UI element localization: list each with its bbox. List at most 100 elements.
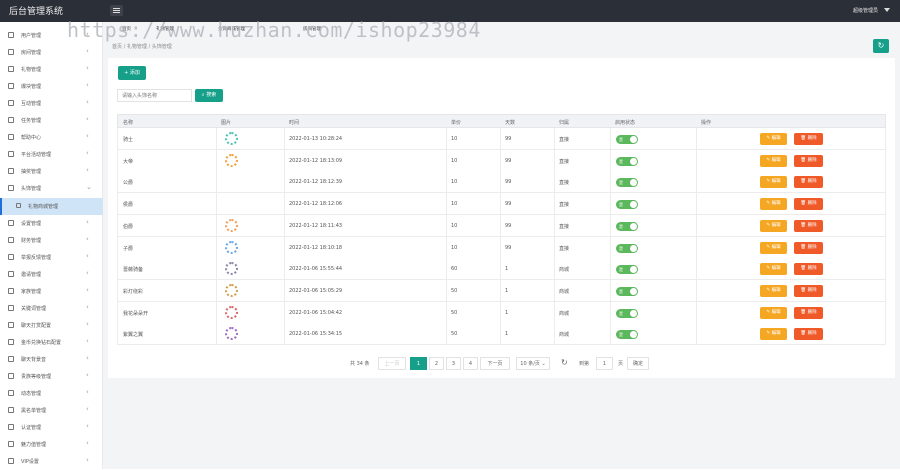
- goto-confirm-button[interactable]: 确定: [627, 357, 649, 370]
- sidebar-item[interactable]: 关键词管理 ‹: [0, 300, 103, 317]
- app-title: 后台管理系统: [9, 7, 64, 17]
- status-toggle[interactable]: 是: [616, 221, 638, 231]
- headwear-image: [225, 262, 238, 276]
- status-toggle[interactable]: 是: [616, 178, 638, 188]
- next-page-button[interactable]: 下一页: [480, 357, 510, 370]
- sidebar-item[interactable]: 家族管理 ‹: [0, 283, 103, 300]
- sidebar-item[interactable]: 认证管理 ‹: [0, 419, 103, 436]
- delete-button[interactable]: 🗑 删除: [794, 263, 823, 276]
- toggle-knob: [630, 179, 637, 187]
- prev-page-button[interactable]: 上一页: [378, 357, 406, 370]
- delete-button[interactable]: 🗑 删除: [794, 306, 823, 319]
- edit-button[interactable]: ✎ 编辑: [760, 133, 787, 145]
- refresh-icon[interactable]: ↻: [561, 358, 568, 367]
- column-divider: [446, 171, 447, 193]
- user-menu[interactable]: 超级管理员: [853, 7, 878, 14]
- sidebar-item[interactable]: 举报反馈管理 ‹: [0, 249, 103, 266]
- cell-price: 10: [451, 222, 458, 229]
- goto-page-input[interactable]: 1: [596, 357, 613, 370]
- menu-icon: [8, 49, 14, 56]
- sidebar-item[interactable]: 聊天打赏配置 ‹: [0, 317, 103, 334]
- menu-icon: [8, 321, 14, 328]
- sidebar-item[interactable]: 金币兑换钻石配置 ‹: [0, 334, 103, 351]
- status-toggle[interactable]: 是: [616, 200, 638, 210]
- column-divider: [554, 258, 555, 280]
- sidebar-item[interactable]: 设置管理 ‹: [0, 215, 103, 232]
- delete-button[interactable]: 🗑 删除: [794, 284, 823, 297]
- column-divider: [554, 128, 555, 149]
- status-toggle[interactable]: 是: [616, 286, 638, 296]
- column-divider: [696, 258, 697, 280]
- sidebar-item[interactable]: 头饰管理 ⌄: [0, 180, 103, 197]
- menu-icon: [8, 236, 14, 243]
- sidebar-item[interactable]: 帮助中心 ‹: [0, 129, 103, 146]
- status-toggle[interactable]: 是: [616, 135, 638, 144]
- page-4-button[interactable]: 4: [463, 357, 478, 370]
- sidebar-item[interactable]: VIP设置 ‹: [0, 453, 103, 470]
- sidebar-item[interactable]: 礼物管理 ‹: [0, 61, 103, 78]
- column-divider: [284, 193, 285, 215]
- chevron-down-icon: ⌄: [541, 361, 546, 367]
- status-toggle[interactable]: 是: [616, 330, 638, 340]
- sidebar-item[interactable]: 财务管理 ‹: [0, 232, 103, 249]
- breadcrumb-home[interactable]: 首页: [112, 44, 122, 50]
- sidebar-item[interactable]: 任务管理 ‹: [0, 112, 103, 129]
- sidebar-item[interactable]: 贵族等级管理 ‹: [0, 368, 103, 385]
- edit-button[interactable]: ✎ 编辑: [760, 154, 787, 167]
- sidebar-item[interactable]: 黑名单管理 ‹: [0, 402, 103, 419]
- status-toggle[interactable]: 是: [616, 308, 638, 318]
- sidebar-item[interactable]: 抽奖管理 ‹: [0, 163, 103, 180]
- column-divider: [554, 171, 555, 193]
- refresh-button[interactable]: ↻: [873, 39, 889, 53]
- sidebar-item[interactable]: 平台活动管理 ‹: [0, 146, 103, 163]
- column-divider: [500, 236, 501, 258]
- caret-down-icon[interactable]: [884, 8, 890, 12]
- delete-button[interactable]: 🗑 删除: [794, 176, 823, 189]
- edit-button[interactable]: ✎ 编辑: [760, 176, 787, 189]
- delete-button[interactable]: 🗑 删除: [794, 328, 823, 341]
- sidebar-item[interactable]: 聊天背景音 ‹: [0, 351, 103, 368]
- sidebar-item[interactable]: 爆块管理 ‹: [0, 78, 103, 95]
- sidebar-item[interactable]: 礼物商城管理: [0, 197, 103, 215]
- delete-button[interactable]: 🗑 删除: [794, 219, 823, 232]
- delete-button[interactable]: 🗑 删除: [794, 154, 823, 167]
- sidebar-item[interactable]: 魅力值管理 ‹: [0, 436, 103, 453]
- edit-button[interactable]: ✎ 编辑: [760, 241, 787, 254]
- status-toggle[interactable]: 是: [616, 265, 638, 275]
- cell-name: 子爵: [123, 245, 134, 252]
- edit-button[interactable]: ✎ 编辑: [760, 328, 787, 341]
- menu-icon: [16, 202, 21, 208]
- sidebar-item-label: 礼物管理: [21, 67, 42, 74]
- search-input[interactable]: [117, 89, 192, 102]
- add-button[interactable]: + 添加: [118, 66, 146, 80]
- search-button[interactable]: ⌕ 搜索: [195, 89, 223, 102]
- delete-button[interactable]: 🗑 删除: [794, 198, 823, 211]
- edit-button[interactable]: ✎ 编辑: [760, 198, 787, 211]
- cell-time: 2022-01-12 18:13:09: [289, 157, 343, 164]
- chevron-icon: ‹: [86, 149, 89, 158]
- edit-button[interactable]: ✎ 编辑: [760, 263, 787, 276]
- col-price: 单价: [451, 120, 462, 126]
- menu-toggle-button[interactable]: [110, 5, 123, 16]
- sidebar-item[interactable]: 房间管理 ‹: [0, 44, 103, 61]
- column-divider: [500, 171, 501, 193]
- delete-button[interactable]: 🗑 删除: [794, 133, 823, 145]
- edit-button[interactable]: ✎ 编辑: [760, 306, 787, 319]
- sidebar-item[interactable]: 邀请管理 ‹: [0, 266, 103, 283]
- chevron-icon: ‹: [86, 405, 89, 414]
- breadcrumb-gift[interactable]: 礼物管理: [127, 44, 147, 50]
- page-size-select[interactable]: 10 条/页 ⌄: [516, 357, 550, 370]
- sidebar-item[interactable]: 互动管理 ‹: [0, 95, 103, 112]
- column-divider: [610, 171, 611, 193]
- status-toggle-label: 是: [619, 137, 623, 142]
- edit-button[interactable]: ✎ 编辑: [760, 284, 787, 297]
- page-1-button[interactable]: 1: [410, 357, 427, 370]
- status-toggle[interactable]: 是: [616, 156, 638, 166]
- sidebar-item[interactable]: 动态管理 ‹: [0, 385, 103, 402]
- page-3-button[interactable]: 3: [446, 357, 461, 370]
- edit-button[interactable]: ✎ 编辑: [760, 219, 787, 232]
- page-2-button[interactable]: 2: [429, 357, 444, 370]
- delete-button[interactable]: 🗑 删除: [794, 241, 823, 254]
- status-toggle[interactable]: 是: [616, 243, 638, 253]
- table-header: 名称 图片 时间 单价 天数 归属 启用状态 操作: [117, 114, 886, 128]
